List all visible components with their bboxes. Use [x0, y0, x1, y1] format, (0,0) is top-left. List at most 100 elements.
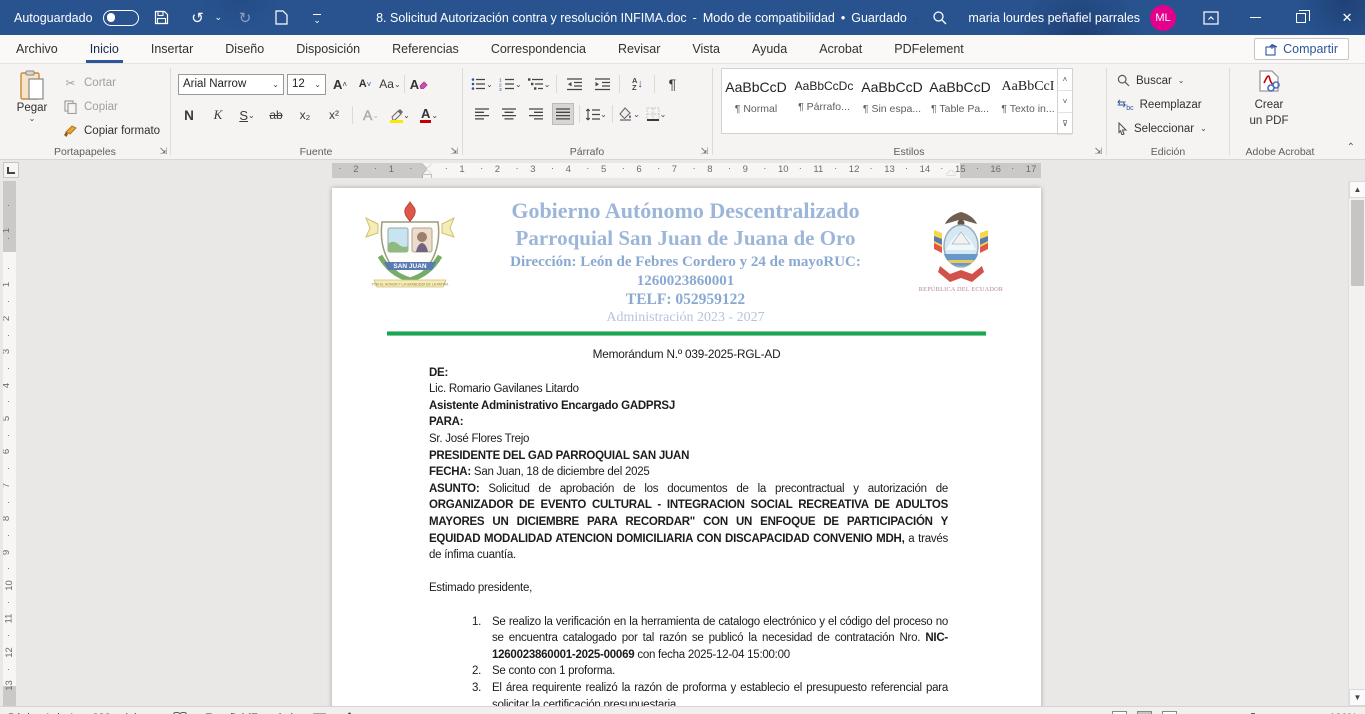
styles-dialog-launcher[interactable]: ⇲ [1094, 146, 1102, 157]
letterhead: SAN JUAN POR EL HONOR Y LA GRANDEZA DE L… [332, 188, 1041, 336]
tab-disposicion[interactable]: Disposición [280, 35, 376, 63]
fecha-line: FECHA: San Juan, 18 de diciembre del 202… [429, 464, 948, 481]
justify-button[interactable] [552, 103, 574, 125]
grow-font-button[interactable]: A˄ [329, 73, 351, 95]
change-case-button[interactable]: Aa⌄ [379, 73, 401, 95]
select-button[interactable]: Seleccionar⌄ [1117, 118, 1207, 139]
increase-indent-button[interactable] [591, 73, 613, 95]
letterhead-title-1: Gobierno Autónomo Descentralizado [462, 196, 909, 225]
minimize-button[interactable] [1232, 0, 1278, 35]
status-bar: Página 1 de 1 382 palabras Español (Ecua… [0, 706, 1365, 714]
clipboard-dialog-launcher[interactable]: ⇲ [159, 146, 167, 157]
document-page[interactable]: SAN JUAN POR EL HONOR Y LA GRANDEZA DE L… [332, 188, 1041, 706]
text-highlight-button[interactable]: ⌄ [389, 104, 411, 126]
undo-dropdown-icon[interactable]: ⌄ [215, 12, 223, 23]
cursor-icon [1117, 122, 1128, 135]
save-icon[interactable] [149, 5, 175, 31]
tab-revisar[interactable]: Revisar [602, 35, 676, 63]
shading-button[interactable]: ⌄ [618, 103, 640, 125]
vertical-ruler[interactable]: 123456789101112131··············· [3, 181, 16, 706]
font-dialog-launcher[interactable]: ⇲ [450, 146, 458, 157]
left-indent-marker[interactable] [423, 175, 431, 178]
scroll-up-icon[interactable]: ▲ [1349, 181, 1365, 198]
styles-scroll-up-icon[interactable]: ˄ [1058, 69, 1072, 91]
show-marks-button[interactable]: ¶ [661, 73, 683, 95]
font-size-combo[interactable]: 12⌄ [287, 74, 326, 95]
tab-insertar[interactable]: Insertar [135, 35, 209, 63]
customize-qat-button[interactable]: ⌄ [304, 5, 330, 31]
horizontal-ruler[interactable]: 12345678910111213141516171812···········… [332, 163, 1041, 178]
bullets-button[interactable]: ⌄ [471, 73, 493, 95]
collapse-ribbon-icon[interactable]: ⌃ [1347, 142, 1355, 153]
multilevel-list-button[interactable]: ⌄ [528, 73, 551, 95]
close-button[interactable]: ✕ [1324, 0, 1365, 35]
paste-dropdown-icon[interactable]: ⌄ [10, 114, 54, 123]
line-spacing-button[interactable]: ⌄ [585, 103, 607, 125]
font-color-button[interactable]: A⌄ [418, 104, 440, 126]
tab-acrobat[interactable]: Acrobat [803, 35, 878, 63]
format-painter-button[interactable]: Copiar formato [62, 120, 160, 142]
font-name-combo[interactable]: Arial Narrow⌄ [178, 74, 284, 95]
tab-referencias[interactable]: Referencias [376, 35, 475, 63]
gad-crest-logo: SAN JUAN POR EL HONOR Y LA GRANDEZA DE L… [360, 196, 462, 306]
tab-ayuda[interactable]: Ayuda [736, 35, 803, 63]
autosave-toggle[interactable] [103, 10, 139, 26]
account-name[interactable]: maria lourdes peñafiel parrales [968, 11, 1140, 25]
tab-diseno[interactable]: Diseño [209, 35, 280, 63]
superscript-button[interactable]: x² [323, 104, 345, 126]
undo-button[interactable]: ↺ [185, 5, 211, 31]
avatar[interactable]: ML [1150, 5, 1176, 31]
styles-group: AaBbCcD¶ Normal AaBbCcDc¶ Párrafo... AaB… [713, 64, 1105, 160]
paste-button[interactable]: Pegar ⌄ [10, 70, 54, 123]
vertical-scrollbar[interactable]: ▲ ▼ [1348, 181, 1365, 706]
document-icon[interactable] [268, 5, 294, 31]
first-line-indent-marker[interactable] [422, 163, 432, 168]
find-button[interactable]: Buscar⌄ [1117, 70, 1207, 91]
shrink-font-button[interactable]: A˅ [354, 73, 376, 95]
strikethrough-button[interactable]: ab [265, 104, 287, 126]
restore-button[interactable] [1278, 0, 1324, 35]
create-pdf-button[interactable]: Crear un PDF [1240, 70, 1298, 129]
align-right-button[interactable] [525, 103, 547, 125]
numbering-button[interactable]: 123⌄ [499, 73, 522, 95]
tab-inicio[interactable]: Inicio [74, 35, 135, 63]
de-role: Asistente Administrativo Encargado GADPR… [429, 400, 675, 412]
style-sin-espaciado[interactable]: AaBbCcD¶ Sin espa... [858, 69, 926, 133]
decrease-indent-button[interactable] [563, 73, 585, 95]
letterhead-admin: Administración 2023 - 2027 [462, 310, 909, 326]
share-button[interactable]: Compartir [1254, 38, 1349, 60]
subscript-button[interactable]: x₂ [294, 104, 316, 126]
tab-vista[interactable]: Vista [676, 35, 736, 63]
tab-archivo[interactable]: Archivo [0, 35, 74, 63]
svg-text:SAN JUAN: SAN JUAN [393, 263, 427, 270]
style-normal[interactable]: AaBbCcD¶ Normal [722, 69, 790, 133]
style-texto-independiente[interactable]: AaBbCcI¶ Texto in... [994, 69, 1062, 133]
tab-selector[interactable] [3, 162, 19, 178]
styles-scroll-down-icon[interactable]: ˅ [1058, 91, 1072, 113]
underline-button[interactable]: S⌄ [236, 104, 258, 126]
document-body[interactable]: DE: Lic. Romario Gavilanes Litardo Asist… [429, 365, 948, 706]
title-dropdown-icon[interactable]: ⌄ [913, 12, 921, 23]
bold-button[interactable]: N [178, 104, 200, 126]
scroll-down-icon[interactable]: ▼ [1349, 689, 1365, 706]
font-group: Arial Narrow⌄ 12⌄ A˄ A˅ Aa⌄ A N K S⌄ ab … [171, 64, 461, 160]
search-icon[interactable] [920, 5, 960, 31]
scrollbar-thumb[interactable] [1351, 200, 1364, 286]
saved-status[interactable]: Guardado [851, 11, 907, 25]
clipboard-group: Pegar ⌄ ✂Cortar Copiar Copiar formato Po… [0, 64, 170, 160]
tab-correspondencia[interactable]: Correspondencia [475, 35, 602, 63]
align-center-button[interactable] [498, 103, 520, 125]
align-left-button[interactable] [471, 103, 493, 125]
style-table-paragraph[interactable]: AaBbCcD¶ Table Pa... [926, 69, 994, 133]
tab-pdfelement[interactable]: PDFelement [878, 35, 979, 63]
sort-button[interactable]: AZ↓ [626, 73, 648, 95]
paragraph-dialog-launcher[interactable]: ⇲ [700, 146, 708, 157]
italic-button[interactable]: K [207, 104, 229, 126]
style-parrafo[interactable]: AaBbCcDc¶ Párrafo... [790, 69, 858, 133]
replace-button[interactable]: ⇆bc Reemplazar [1117, 94, 1207, 115]
ribbon-display-options-icon[interactable] [1196, 5, 1226, 31]
styles-more-icon[interactable]: ⊽ [1058, 113, 1072, 135]
clear-formatting-button[interactable]: A [408, 73, 430, 95]
borders-button[interactable]: ⌄ [645, 103, 667, 125]
acrobat-group: Crear un PDF Adobe Acrobat [1230, 64, 1330, 160]
